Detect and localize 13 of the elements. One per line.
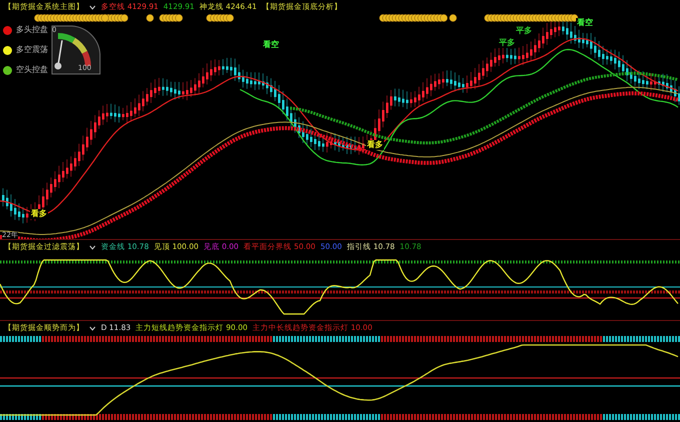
caret-icon[interactable]: [89, 326, 96, 330]
legend-label: 多空震荡: [16, 44, 48, 56]
signal-label: 看空: [262, 40, 280, 50]
signal-label: 看多: [30, 209, 48, 219]
legend-label: 多头控盘: [16, 24, 48, 36]
signal-label: 看多: [366, 140, 384, 150]
signal-label: 看空: [576, 18, 594, 28]
caret-icon[interactable]: [89, 4, 96, 10]
legend-label: 空头控盘: [16, 64, 48, 76]
caret-icon[interactable]: [89, 244, 96, 250]
signal-label: 平多: [498, 38, 516, 48]
gauge-drawing: [52, 26, 100, 74]
signal-label: 平多: [515, 26, 533, 36]
